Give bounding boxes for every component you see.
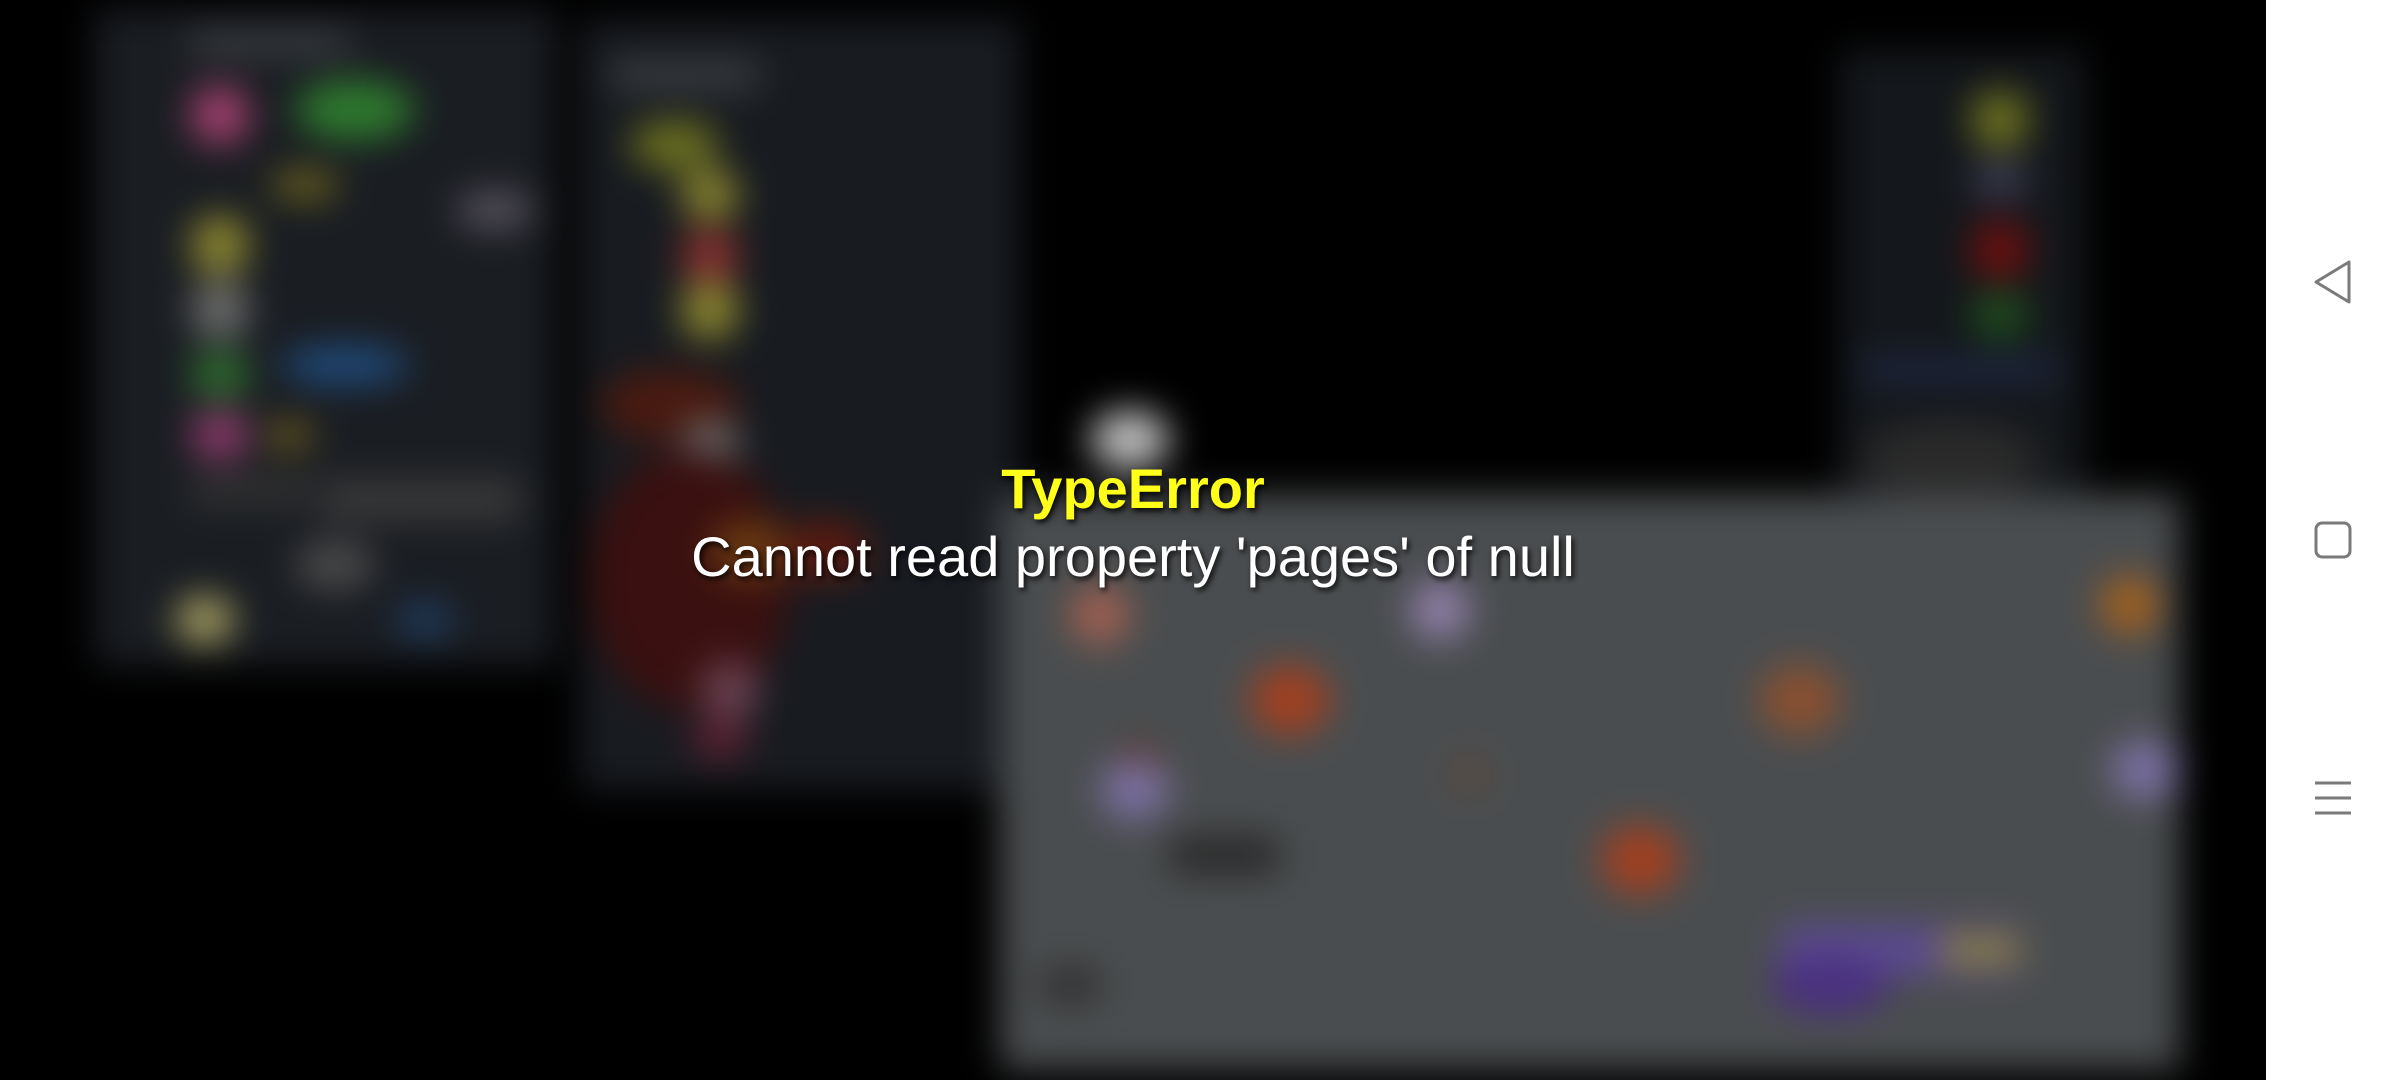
error-overlay: TypeError Cannot read property 'pages' o… [0,455,2266,591]
screen: TypeError Cannot read property 'pages' o… [0,0,2400,1080]
home-square-icon [2314,521,2352,559]
menu-lines-icon [2315,781,2351,815]
recents-button[interactable] [2283,748,2383,848]
blurred-panel-middle [580,20,1020,790]
error-title: TypeError [1001,457,1265,520]
error-message: Cannot read property 'pages' of null [691,525,1575,588]
blurred-panel-right [1840,50,2085,520]
navigation-bar [2266,0,2400,1080]
home-button[interactable] [2283,490,2383,590]
back-button[interactable] [2283,232,2383,332]
back-triangle-icon [2314,260,2351,304]
